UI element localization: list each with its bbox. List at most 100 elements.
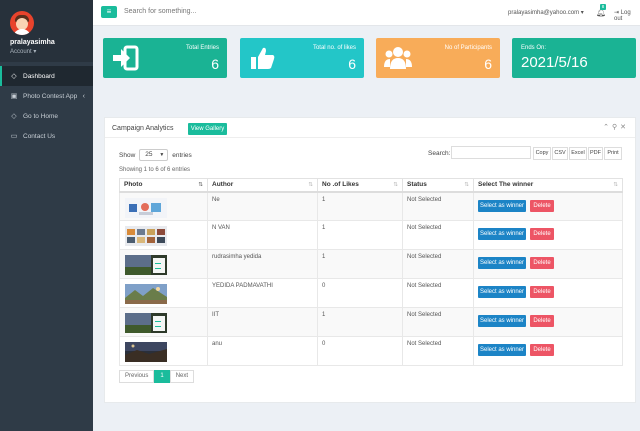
select-winner-button[interactable]: Select as winner [478, 257, 526, 269]
delete-button[interactable]: Delete [530, 344, 554, 356]
wrench-icon[interactable]: ⚲ [612, 124, 620, 131]
sidebar-item-go-home[interactable]: ◇ Go to Home [0, 106, 93, 126]
delete-button[interactable]: Delete [530, 286, 554, 298]
photo-thumbnail[interactable] [125, 226, 167, 246]
page-length-value: 25 [145, 151, 153, 158]
column-label: Photo [124, 181, 143, 189]
select-winner-button[interactable]: Select as winner [478, 315, 526, 327]
actions-cell: Select as winner Delete [473, 278, 623, 308]
diamond-icon: ◇ [11, 113, 17, 120]
delete-button[interactable]: Delete [530, 257, 554, 269]
column-header-author[interactable]: Author ⇅ [207, 178, 318, 193]
photo-thumbnail[interactable] [125, 284, 167, 304]
notification-badge: 8 [600, 4, 606, 10]
profile-name: pralayasimha [10, 39, 55, 46]
logout-link[interactable]: ⇥ Log out [614, 9, 640, 22]
page-1-button[interactable]: 1 [154, 370, 170, 383]
stat-value: 6 [348, 56, 356, 72]
previous-page-button[interactable]: Previous [119, 370, 155, 383]
stat-label: Total no. of likes [312, 45, 356, 51]
account-dropdown[interactable]: Account ▾ [10, 48, 36, 55]
sort-icon: ⇅ [198, 182, 203, 188]
stat-ends-on: Ends On: 2021/5/16 [512, 38, 636, 78]
likes-cell: 0 [317, 278, 403, 308]
select-winner-button[interactable]: Select as winner [478, 199, 526, 212]
search-input[interactable]: Search for something... [124, 8, 196, 15]
page-length-select[interactable]: 25 ▼ [139, 149, 169, 161]
select-winner-button[interactable]: Select as winner [478, 344, 526, 356]
collapse-icon[interactable]: ⌃ [603, 124, 612, 131]
column-label: Select The winner [478, 181, 534, 189]
photo-thumbnail[interactable] [125, 255, 167, 275]
author-cell: Ne [207, 191, 318, 221]
table-row: rudrasimha yedida 1 Not Selected Select … [119, 249, 623, 279]
select-winner-button[interactable]: Select as winner [478, 228, 526, 240]
chevron-left-icon: ‹ [82, 92, 85, 100]
print-button[interactable]: Print [604, 147, 622, 160]
photo-cell [119, 249, 208, 279]
laptop-icon: ▭ [10, 133, 18, 140]
copy-button[interactable]: Copy [533, 147, 551, 160]
sidebar-item-photo-contest[interactable]: ▣ Photo Contest App ‹ [0, 86, 93, 106]
sort-icon: ⇅ [308, 182, 313, 188]
entries-table: Photo ⇅ Author ⇅ No .of Likes ⇅ Status ⇅ Sel… [119, 178, 623, 366]
sidebar-item-label: Dashboard [23, 72, 55, 80]
column-header-status[interactable]: Status ⇅ [402, 178, 474, 193]
likes-cell: 1 [317, 307, 403, 337]
photo-thumbnail[interactable] [125, 197, 167, 218]
close-icon[interactable]: ✕ [620, 124, 629, 131]
stat-value: 2021/5/16 [521, 54, 588, 71]
likes-cell: 1 [317, 220, 403, 250]
status-cell: Not Selected [402, 220, 474, 250]
photo-cell [119, 191, 208, 221]
stat-participants: No of Participants 6 [376, 38, 500, 78]
table-info: Showing 1 to 6 of 6 entries [119, 167, 191, 173]
actions-cell: Select as winner Delete [473, 336, 623, 366]
sort-icon: ⇅ [464, 182, 469, 188]
sidebar-item-contact[interactable]: ▭ Contact Us [0, 126, 93, 146]
column-label: Author [212, 181, 234, 189]
sidebar-item-label: Contact Us [23, 132, 56, 140]
user-email-dropdown[interactable]: pralayasimha@yahoo.com ▾ [508, 9, 584, 16]
actions-cell: Select as winner Delete [473, 191, 623, 221]
author-cell: N VAN [207, 220, 318, 250]
panel-tools: ⌃⚲✕ [603, 123, 629, 131]
sidebar-item-label: Photo Contest App [23, 92, 78, 100]
sidebar: pralayasimha Account ▾ ◇ Dashboard ▣ Pho… [0, 0, 93, 431]
table-row: Ne 1 Not Selected Select as winner Delete [119, 191, 623, 221]
excel-button[interactable]: Excel [569, 147, 587, 160]
sidebar-item-dashboard[interactable]: ◇ Dashboard [0, 66, 93, 86]
status-cell: Not Selected [402, 278, 474, 308]
table-row: YEDIDA PADMAVATHI 0 Not Selected Select … [119, 278, 623, 308]
pdf-button[interactable]: PDF [588, 147, 603, 160]
column-header-winner[interactable]: Select The winner ⇅ [473, 178, 623, 193]
delete-button[interactable]: Delete [530, 199, 554, 212]
menu-toggle-button[interactable]: ≡ [101, 6, 117, 18]
status-cell: Not Selected [402, 307, 474, 337]
delete-button[interactable]: Delete [530, 228, 554, 240]
image-icon: ▣ [10, 93, 18, 100]
csv-button[interactable]: CSV [552, 147, 568, 160]
photo-thumbnail[interactable] [125, 342, 167, 362]
stat-label: Ends On: [521, 45, 547, 51]
delete-button[interactable]: Delete [530, 315, 554, 327]
status-cell: Not Selected [402, 191, 474, 221]
status-cell: Not Selected [402, 249, 474, 279]
photo-cell [119, 220, 208, 250]
table-search-input[interactable] [451, 146, 531, 159]
pagination: Previous 1 Next [119, 370, 195, 383]
stat-value: 6 [211, 56, 219, 72]
column-header-likes[interactable]: No .of Likes ⇅ [317, 178, 403, 193]
select-winner-button[interactable]: Select as winner [478, 286, 526, 298]
panel-title: Campaign Analytics [112, 125, 174, 132]
column-header-photo[interactable]: Photo ⇅ [119, 178, 208, 193]
thumbs-up-icon [251, 47, 275, 69]
author-cell: YEDIDA PADMAVATHI [207, 278, 318, 308]
photo-thumbnail[interactable] [125, 313, 167, 333]
sort-icon: ⇅ [393, 182, 398, 188]
actions-cell: Select as winner Delete [473, 307, 623, 337]
avatar[interactable] [10, 11, 34, 35]
stat-value: 6 [484, 56, 492, 72]
next-page-button[interactable]: Next [169, 370, 195, 383]
view-gallery-button[interactable]: View Gallery [188, 123, 227, 135]
